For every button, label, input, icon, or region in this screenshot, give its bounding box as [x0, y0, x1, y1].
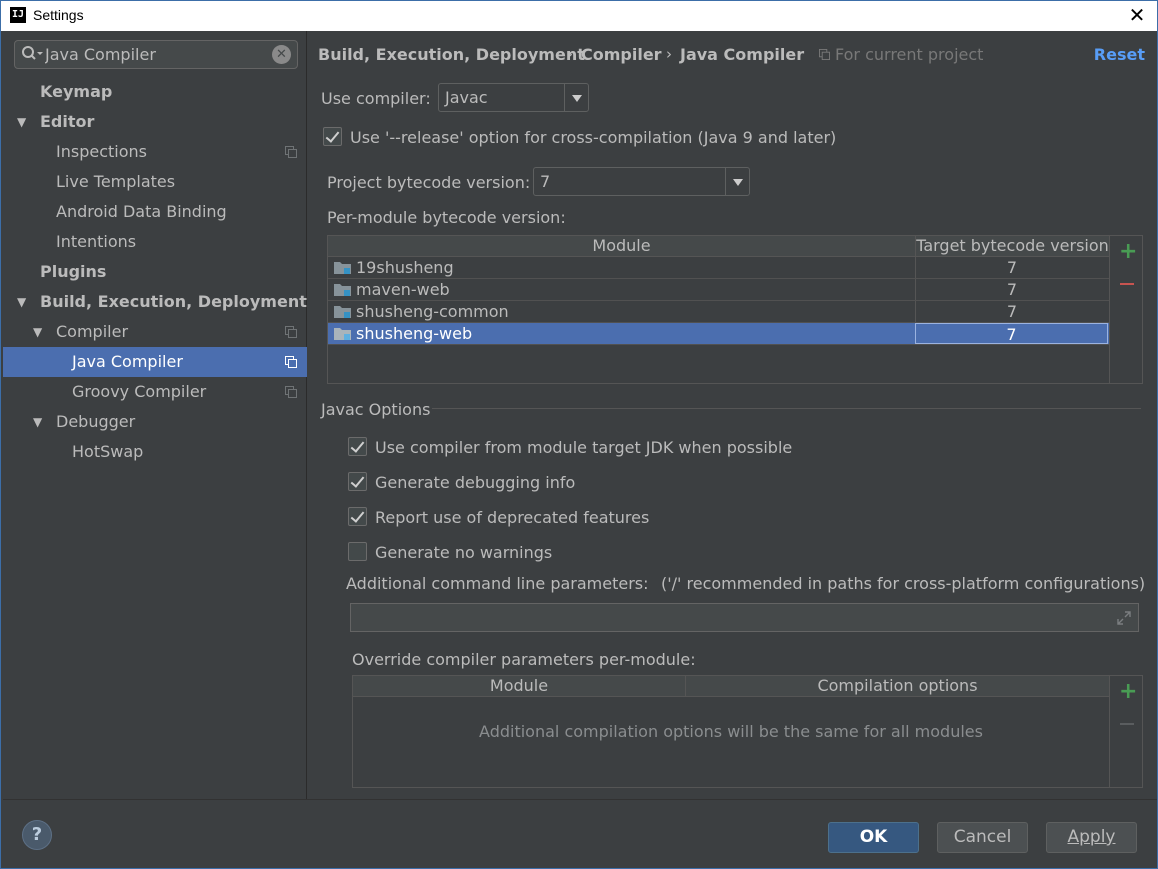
- sidebar-item-debugger[interactable]: ▼ Debugger: [3, 407, 307, 437]
- expand-arrow-icon[interactable]: ▼: [33, 407, 42, 437]
- title-bar: IJ Settings ✕: [1, 1, 1157, 31]
- project-scope-icon: [819, 49, 830, 60]
- expand-icon[interactable]: [1116, 610, 1132, 626]
- project-scope-icon: [285, 356, 297, 368]
- sidebar-item-intentions[interactable]: Intentions: [3, 227, 307, 257]
- override-params-label: Override compiler parameters per-module:: [352, 650, 696, 669]
- expand-arrow-icon[interactable]: ▼: [33, 317, 42, 347]
- option-label: Use compiler from module target JDK when…: [375, 438, 793, 457]
- table-header: Module Compilation options: [353, 676, 1109, 697]
- intellij-logo-icon: IJ: [10, 7, 26, 23]
- chevron-down-icon[interactable]: [725, 168, 749, 195]
- help-icon[interactable]: ?: [22, 820, 52, 850]
- dialog-footer: ? OK Cancel Apply: [3, 799, 1157, 868]
- project-bytecode-select[interactable]: 7: [533, 167, 750, 196]
- table-row[interactable]: 19shusheng 7: [328, 257, 1109, 279]
- override-params-table: Module Compilation options Additional co…: [352, 675, 1143, 788]
- table-header: Module Target bytecode version: [328, 236, 1109, 257]
- project-scope-icon: [285, 386, 297, 398]
- ok-button[interactable]: OK: [828, 822, 919, 853]
- sidebar-item-android-data-binding[interactable]: Android Data Binding: [3, 197, 307, 227]
- column-header-compilation-options[interactable]: Compilation options: [686, 676, 1109, 697]
- breadcrumb-separator: ›: [567, 45, 573, 63]
- column-header-module[interactable]: Module: [353, 676, 686, 697]
- expand-arrow-icon[interactable]: ▼: [17, 287, 26, 317]
- add-icon[interactable]: +: [1119, 681, 1137, 703]
- sidebar-item-build-execution-deployment[interactable]: ▼ Build, Execution, Deployment: [3, 287, 307, 317]
- section-divider: [432, 408, 1141, 409]
- module-folder-icon: [334, 262, 351, 274]
- column-header-target-version[interactable]: Target bytecode version: [916, 236, 1109, 257]
- table-toolbar: +: [1109, 676, 1142, 787]
- option-checkbox-target-jdk[interactable]: [348, 437, 367, 456]
- search-input[interactable]: [45, 43, 265, 66]
- sidebar-item-compiler[interactable]: ▼ Compiler: [3, 317, 307, 347]
- table-toolbar: +: [1109, 236, 1142, 383]
- release-option-label: Use '--release' option for cross-compila…: [350, 128, 837, 147]
- use-compiler-label: Use compiler:: [321, 89, 431, 108]
- option-label: Generate debugging info: [375, 473, 576, 492]
- cancel-button[interactable]: Cancel: [937, 822, 1028, 853]
- settings-window: IJ Settings ✕ ✕ Keymap ▼ Editor Inspecti…: [0, 0, 1158, 869]
- use-compiler-select[interactable]: Javac: [438, 83, 589, 112]
- remove-icon[interactable]: [1119, 276, 1135, 292]
- clear-search-icon[interactable]: ✕: [272, 45, 291, 64]
- settings-content: Build, Execution, Deployment › Compiler …: [308, 31, 1157, 799]
- project-bytecode-label: Project bytecode version:: [327, 173, 531, 192]
- empty-table-message: Additional compilation options will be t…: [479, 722, 983, 741]
- table-row[interactable]: shusheng-web 7: [328, 323, 1109, 345]
- option-checkbox-no-warnings[interactable]: [348, 542, 367, 561]
- additional-params-hint: ('/' recommended in paths for cross-plat…: [661, 574, 1146, 593]
- apply-button[interactable]: Apply: [1046, 822, 1137, 853]
- additional-params-label: Additional command line parameters:: [346, 574, 649, 593]
- table-row[interactable]: maven-web 7: [328, 279, 1109, 301]
- settings-sidebar: ✕ Keymap ▼ Editor Inspections Live Templ…: [3, 31, 307, 799]
- sidebar-item-live-templates[interactable]: Live Templates: [3, 167, 307, 197]
- sidebar-item-plugins[interactable]: Plugins: [3, 257, 307, 287]
- expand-arrow-icon[interactable]: ▼: [17, 107, 26, 137]
- module-folder-icon: [334, 284, 351, 296]
- chevron-down-icon[interactable]: [564, 84, 588, 111]
- sidebar-item-editor[interactable]: ▼ Editor: [3, 107, 307, 137]
- option-label: Report use of deprecated features: [375, 508, 650, 527]
- option-label: Generate no warnings: [375, 543, 553, 562]
- sidebar-item-groovy-compiler[interactable]: Groovy Compiler: [3, 377, 307, 407]
- per-module-table: Module Target bytecode version 19shushen…: [327, 235, 1143, 384]
- scope-label: For current project: [835, 45, 984, 64]
- option-checkbox-debugging-info[interactable]: [348, 472, 367, 491]
- breadcrumb-compiler: Compiler: [581, 45, 662, 64]
- breadcrumb-separator: ›: [666, 45, 672, 63]
- column-header-module[interactable]: Module: [328, 236, 916, 257]
- additional-params-field[interactable]: [350, 603, 1139, 632]
- sidebar-item-inspections[interactable]: Inspections: [3, 137, 307, 167]
- reset-link[interactable]: Reset: [1094, 45, 1145, 64]
- module-folder-icon: [334, 328, 351, 340]
- window-title: Settings: [33, 7, 84, 23]
- breadcrumb-build: Build, Execution, Deployment: [318, 45, 585, 64]
- table-row[interactable]: shusheng-common 7: [328, 301, 1109, 323]
- breadcrumb-java-compiler: Java Compiler: [680, 45, 805, 64]
- per-module-label: Per-module bytecode version:: [327, 208, 566, 227]
- search-icon: [22, 46, 43, 60]
- option-checkbox-deprecated[interactable]: [348, 507, 367, 526]
- project-scope-icon: [285, 146, 297, 158]
- close-icon[interactable]: ✕: [1127, 4, 1147, 26]
- project-scope-icon: [285, 326, 297, 338]
- search-box[interactable]: ✕: [14, 40, 298, 69]
- release-option-checkbox[interactable]: [323, 127, 342, 146]
- add-icon[interactable]: +: [1119, 241, 1137, 263]
- sidebar-item-java-compiler[interactable]: Java Compiler: [3, 347, 307, 377]
- sidebar-item-hotswap[interactable]: HotSwap: [3, 437, 307, 467]
- javac-options-title: Javac Options: [321, 400, 431, 419]
- remove-icon: [1119, 716, 1135, 732]
- sidebar-item-keymap[interactable]: Keymap: [3, 77, 307, 107]
- module-folder-icon: [334, 306, 351, 318]
